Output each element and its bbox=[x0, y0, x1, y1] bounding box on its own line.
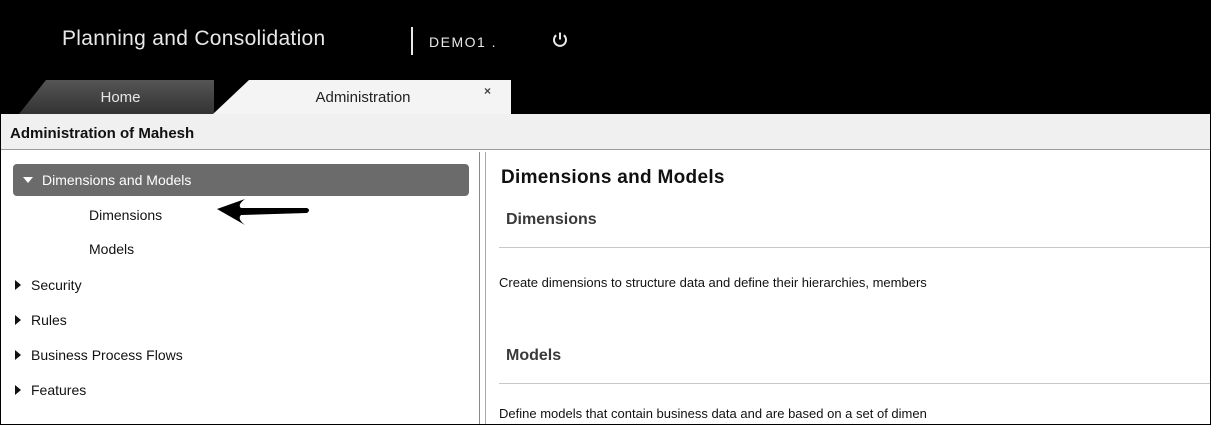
caret-right-icon bbox=[15, 385, 21, 395]
pointer-arrow-icon bbox=[217, 199, 309, 225]
power-icon[interactable] bbox=[551, 31, 569, 49]
section-divider bbox=[499, 383, 1210, 384]
caret-right-icon bbox=[15, 350, 21, 360]
sidebar-item-dimensions-and-models[interactable]: Dimensions and Models bbox=[13, 164, 469, 196]
sidebar-item-label: Security bbox=[31, 277, 82, 293]
section-divider bbox=[499, 247, 1210, 248]
tab-administration-label: Administration bbox=[315, 89, 411, 106]
app-window: Planning and Consolidation DEMO1 . Home … bbox=[0, 0, 1211, 425]
sidebar-item-label: Business Process Flows bbox=[31, 347, 183, 363]
caret-right-icon bbox=[15, 315, 21, 325]
tab-home[interactable]: Home bbox=[19, 80, 214, 114]
pane-divider[interactable] bbox=[479, 152, 480, 424]
section-description-dimensions: Create dimensions to structure data and … bbox=[499, 275, 927, 290]
sidebar-item-label: Dimensions and Models bbox=[42, 172, 192, 188]
sidebar-item-label: Rules bbox=[31, 312, 67, 328]
sidebar-item-dimensions[interactable]: Dimensions bbox=[89, 207, 162, 223]
section-heading-models[interactable]: Models bbox=[506, 347, 561, 365]
section-description-models: Define models that contain business data… bbox=[499, 406, 927, 421]
caret-down-icon bbox=[23, 177, 33, 183]
tab-home-label: Home bbox=[100, 89, 141, 106]
caret-right-icon bbox=[15, 280, 21, 290]
sidebar-item-models[interactable]: Models bbox=[89, 241, 134, 257]
app-header: Planning and Consolidation DEMO1 . Home … bbox=[1, 1, 1210, 114]
title-separator bbox=[411, 27, 413, 55]
tab-administration[interactable]: Administration bbox=[213, 80, 511, 114]
user-name[interactable]: DEMO1 . bbox=[429, 34, 497, 50]
section-heading-dimensions[interactable]: Dimensions bbox=[506, 211, 597, 229]
sidebar-item-rules[interactable]: Rules bbox=[15, 312, 67, 328]
tab-close-icon[interactable]: × bbox=[484, 84, 491, 98]
sidebar-item-security[interactable]: Security bbox=[15, 277, 82, 293]
sidebar-item-business-process-flows[interactable]: Business Process Flows bbox=[15, 347, 183, 363]
pane-divider-inner bbox=[485, 152, 486, 424]
page-title-bar: Administration of Mahesh bbox=[1, 114, 1210, 150]
content-title: Dimensions and Models bbox=[501, 167, 725, 188]
sidebar-item-label: Features bbox=[31, 382, 87, 398]
sidebar-item-features[interactable]: Features bbox=[15, 382, 86, 398]
page-title: Administration of Mahesh bbox=[10, 125, 195, 142]
app-title: Planning and Consolidation bbox=[62, 27, 326, 50]
